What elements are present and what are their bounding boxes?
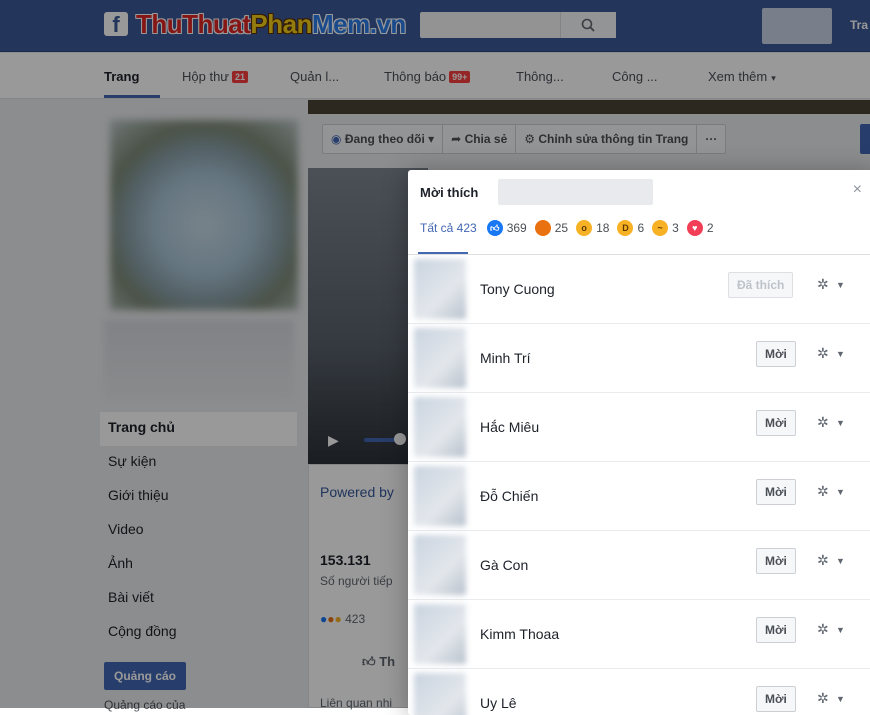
tab-sad-reactions[interactable]: ~3	[652, 220, 679, 236]
tab-like-reactions[interactable]: 👍︎ 369	[486, 220, 527, 236]
gear-icon[interactable]: ✲	[817, 414, 829, 431]
person-name[interactable]: Tony Cuong	[480, 281, 555, 297]
love-icon: ♥	[686, 220, 703, 236]
avatar[interactable]	[414, 673, 466, 715]
like-icon: 👍︎	[486, 220, 503, 236]
wow-icon: o	[576, 220, 593, 236]
reaction-filter-tabs: Tất cả 423 👍︎ 369 25 o 18 D6 ~3 ♥ 2	[420, 218, 722, 238]
invite-button[interactable]: Mời	[756, 410, 796, 436]
tab-love-reactions[interactable]: ♥ 2	[686, 220, 714, 236]
angry-icon	[534, 220, 551, 236]
chevron-down-icon[interactable]: ▼	[836, 280, 845, 290]
avatar[interactable]	[414, 259, 466, 319]
tab-all-reactions[interactable]: Tất cả 423	[420, 221, 477, 235]
tab-angry-reactions[interactable]: 25	[534, 220, 568, 236]
gear-icon[interactable]: ✲	[817, 621, 829, 638]
chevron-down-icon[interactable]: ▼	[836, 694, 845, 704]
list-item: Đỗ Chiến Mời ✲ ▼	[408, 462, 870, 531]
list-item: Uy Lê Mời ✲ ▼	[408, 669, 870, 715]
dialog-title: Mời thích	[420, 185, 479, 200]
chevron-down-icon[interactable]: ▼	[836, 349, 845, 359]
person-name[interactable]: Minh Trí	[480, 350, 531, 366]
liked-button: Đã thích	[728, 272, 794, 298]
chevron-down-icon[interactable]: ▼	[836, 556, 845, 566]
close-icon[interactable]: ×	[853, 182, 862, 198]
gear-icon[interactable]: ✲	[817, 552, 829, 569]
list-item: Hắc Miêu Mời ✲ ▼	[408, 393, 870, 462]
tab-wow-reactions[interactable]: o 18	[576, 220, 609, 236]
person-name[interactable]: Hắc Miêu	[480, 419, 539, 435]
person-name[interactable]: Gà Con	[480, 557, 528, 573]
person-name[interactable]: Uy Lê	[480, 695, 517, 711]
invite-button[interactable]: Mời	[756, 617, 796, 643]
list-item: Minh Trí Mời ✲ ▼	[408, 324, 870, 393]
avatar[interactable]	[414, 466, 466, 526]
list-item: Gà Con Mời ✲ ▼	[408, 531, 870, 600]
gear-icon[interactable]: ✲	[817, 483, 829, 500]
avatar[interactable]	[414, 397, 466, 457]
list-item: Tony Cuong Đã thích ✲ ▼	[408, 255, 870, 324]
chevron-down-icon[interactable]: ▼	[836, 487, 845, 497]
invite-like-dialog: Mời thích × Tất cả 423 👍︎ 369 25 o 18 D6 ~…	[408, 170, 870, 715]
tab-haha-reactions[interactable]: D6	[617, 220, 644, 236]
haha-icon: D	[617, 220, 634, 236]
person-name[interactable]: Kimm Thoaa	[480, 626, 559, 642]
gear-icon[interactable]: ✲	[817, 345, 829, 362]
chevron-down-icon[interactable]: ▼	[836, 418, 845, 428]
chevron-down-icon[interactable]: ▼	[836, 625, 845, 635]
invite-button[interactable]: Mời	[756, 341, 796, 367]
person-name[interactable]: Đỗ Chiến	[480, 488, 538, 504]
avatar[interactable]	[414, 535, 466, 595]
invite-button[interactable]: Mời	[756, 686, 796, 712]
avatar[interactable]	[414, 604, 466, 664]
invite-button[interactable]: Mời	[756, 548, 796, 574]
invite-button[interactable]: Mời	[756, 479, 796, 505]
sad-icon: ~	[652, 220, 669, 236]
avatar[interactable]	[414, 328, 466, 388]
gear-icon[interactable]: ✲	[817, 690, 829, 707]
gear-icon[interactable]: ✲	[817, 276, 829, 293]
list-item: Kimm Thoaa Mời ✲ ▼	[408, 600, 870, 669]
people-list[interactable]: Tony Cuong Đã thích ✲ ▼ Minh Trí Mời ✲ ▼…	[408, 255, 870, 715]
blurred-page-name	[498, 179, 653, 205]
